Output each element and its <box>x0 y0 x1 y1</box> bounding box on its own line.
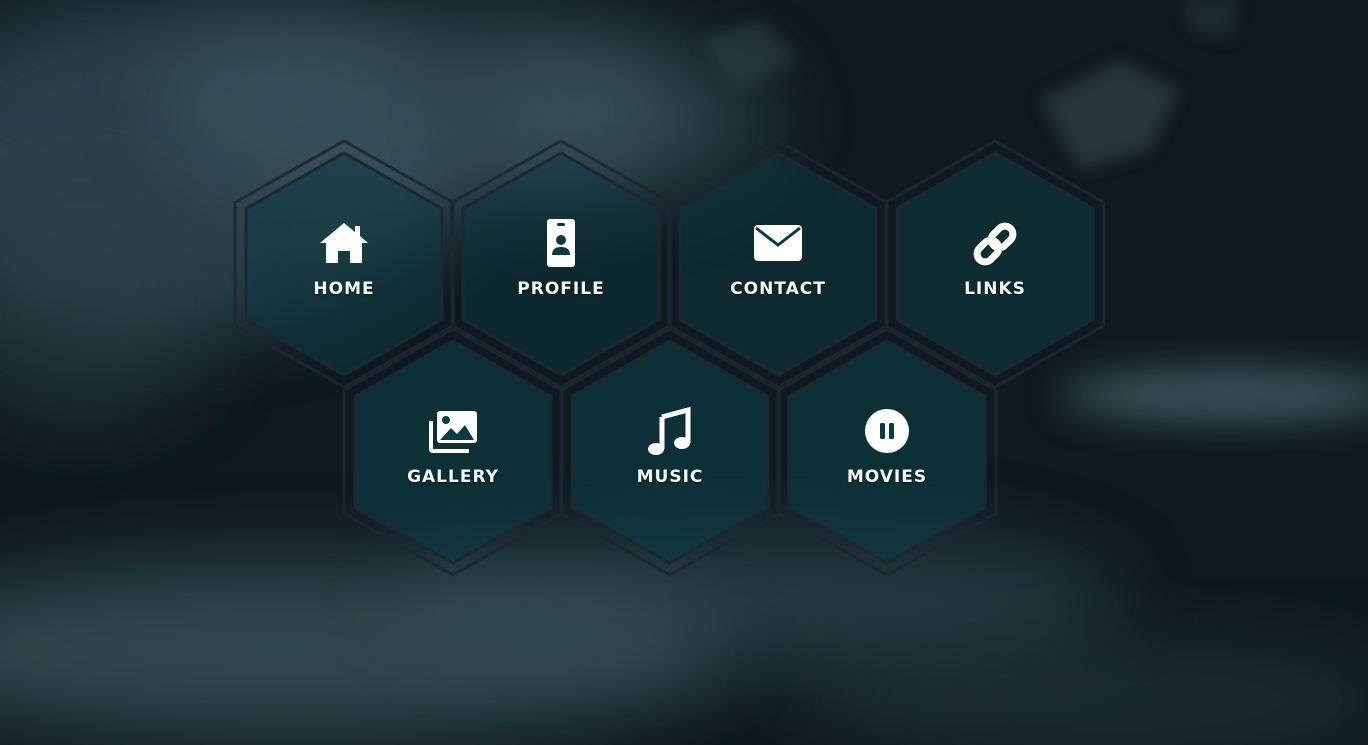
nav-label-contact: CONTACT <box>730 279 826 299</box>
hex-content: CONTACT <box>669 219 887 299</box>
nav-label-profile: PROFILE <box>517 279 605 299</box>
hex-content: HOME <box>235 219 453 299</box>
hex-content: GALLERY <box>344 407 562 487</box>
link-icon <box>967 219 1023 269</box>
nav-label-movies: MOVIES <box>846 467 928 487</box>
nav-label-music: MUSIC <box>636 467 704 487</box>
nav-hex-movies[interactable]: MOVIES <box>776 327 998 577</box>
music-icon <box>642 406 698 457</box>
hex-content: PROFILE <box>452 219 670 299</box>
nav-hex-gallery[interactable]: GALLERY <box>342 327 564 577</box>
nav-label-links: LINKS <box>964 279 1026 299</box>
nav-label-gallery: GALLERY <box>407 467 499 487</box>
images-icon <box>425 407 481 457</box>
nav-hex-music[interactable]: MUSIC <box>559 327 781 577</box>
hex-content: MUSIC <box>561 406 779 487</box>
envelope-icon <box>750 219 806 269</box>
pause-circle-icon <box>859 407 915 457</box>
nav-label-home: HOME <box>313 279 375 299</box>
hex-content: MOVIES <box>778 407 996 487</box>
id-badge-icon <box>533 219 589 269</box>
page-background: HOME PROFILE CONTACT LINKS GALLERY MUSIC… <box>0 0 1368 745</box>
hex-content: LINKS <box>886 219 1104 299</box>
home-icon <box>316 219 372 269</box>
